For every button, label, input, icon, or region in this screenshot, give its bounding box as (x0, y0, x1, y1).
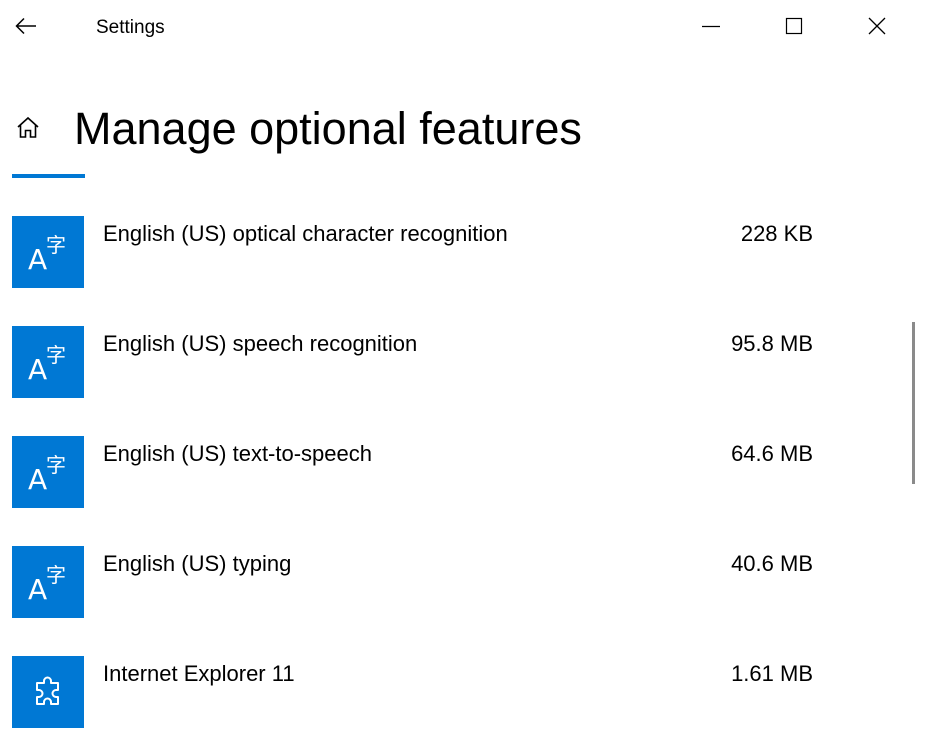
language-icon: 字A (12, 436, 84, 508)
list-item[interactable]: 字A English (US) text-to-speech 64.6 MB (0, 432, 880, 512)
list-item[interactable]: 字A English (US) typing 40.6 MB (0, 542, 880, 622)
language-icon: 字A (12, 326, 84, 398)
close-button[interactable] (854, 0, 900, 56)
arrow-left-icon (15, 17, 37, 40)
feature-name: English (US) typing (103, 551, 292, 576)
language-icon: 字A (12, 216, 84, 288)
home-button[interactable] (10, 112, 46, 148)
feature-size: 64.6 MB (731, 441, 813, 466)
settings-window: Settings Manage optional features 字 A En… (0, 0, 926, 741)
page-title: Manage optional features (74, 103, 582, 154)
feature-name: English (US) text-to-speech (103, 441, 372, 466)
feature-size: 228 KB (740, 221, 813, 246)
feature-size: 1.61 MB (731, 661, 813, 686)
app-title: Settings (96, 17, 165, 38)
back-button[interactable] (0, 0, 52, 56)
puzzle-piece-icon (12, 656, 84, 728)
feature-name: English (US) optical character recogniti… (103, 221, 508, 246)
minimize-icon (701, 16, 721, 41)
feature-name: Internet Explorer 11 (103, 661, 295, 686)
list-item[interactable]: Internet Explorer 11 1.61 MB (0, 652, 880, 732)
feature-size: 40.6 MB (731, 551, 813, 576)
maximize-icon (784, 16, 804, 41)
language-icon: 字A (12, 546, 84, 618)
list-item[interactable]: 字A English (US) optical character recogn… (0, 212, 880, 292)
feature-size: 95.8 MB (731, 331, 813, 356)
maximize-button[interactable] (771, 0, 817, 56)
scrollbar-thumb[interactable] (912, 322, 915, 484)
list-item[interactable]: 字A English (US) speech recognition 95.8 … (0, 322, 880, 402)
title-bar: Settings (0, 0, 926, 56)
minimize-button[interactable] (688, 0, 734, 56)
title-accent-underline (12, 174, 85, 178)
home-icon (15, 115, 41, 146)
close-icon (867, 16, 887, 41)
feature-name: English (US) speech recognition (103, 331, 418, 356)
